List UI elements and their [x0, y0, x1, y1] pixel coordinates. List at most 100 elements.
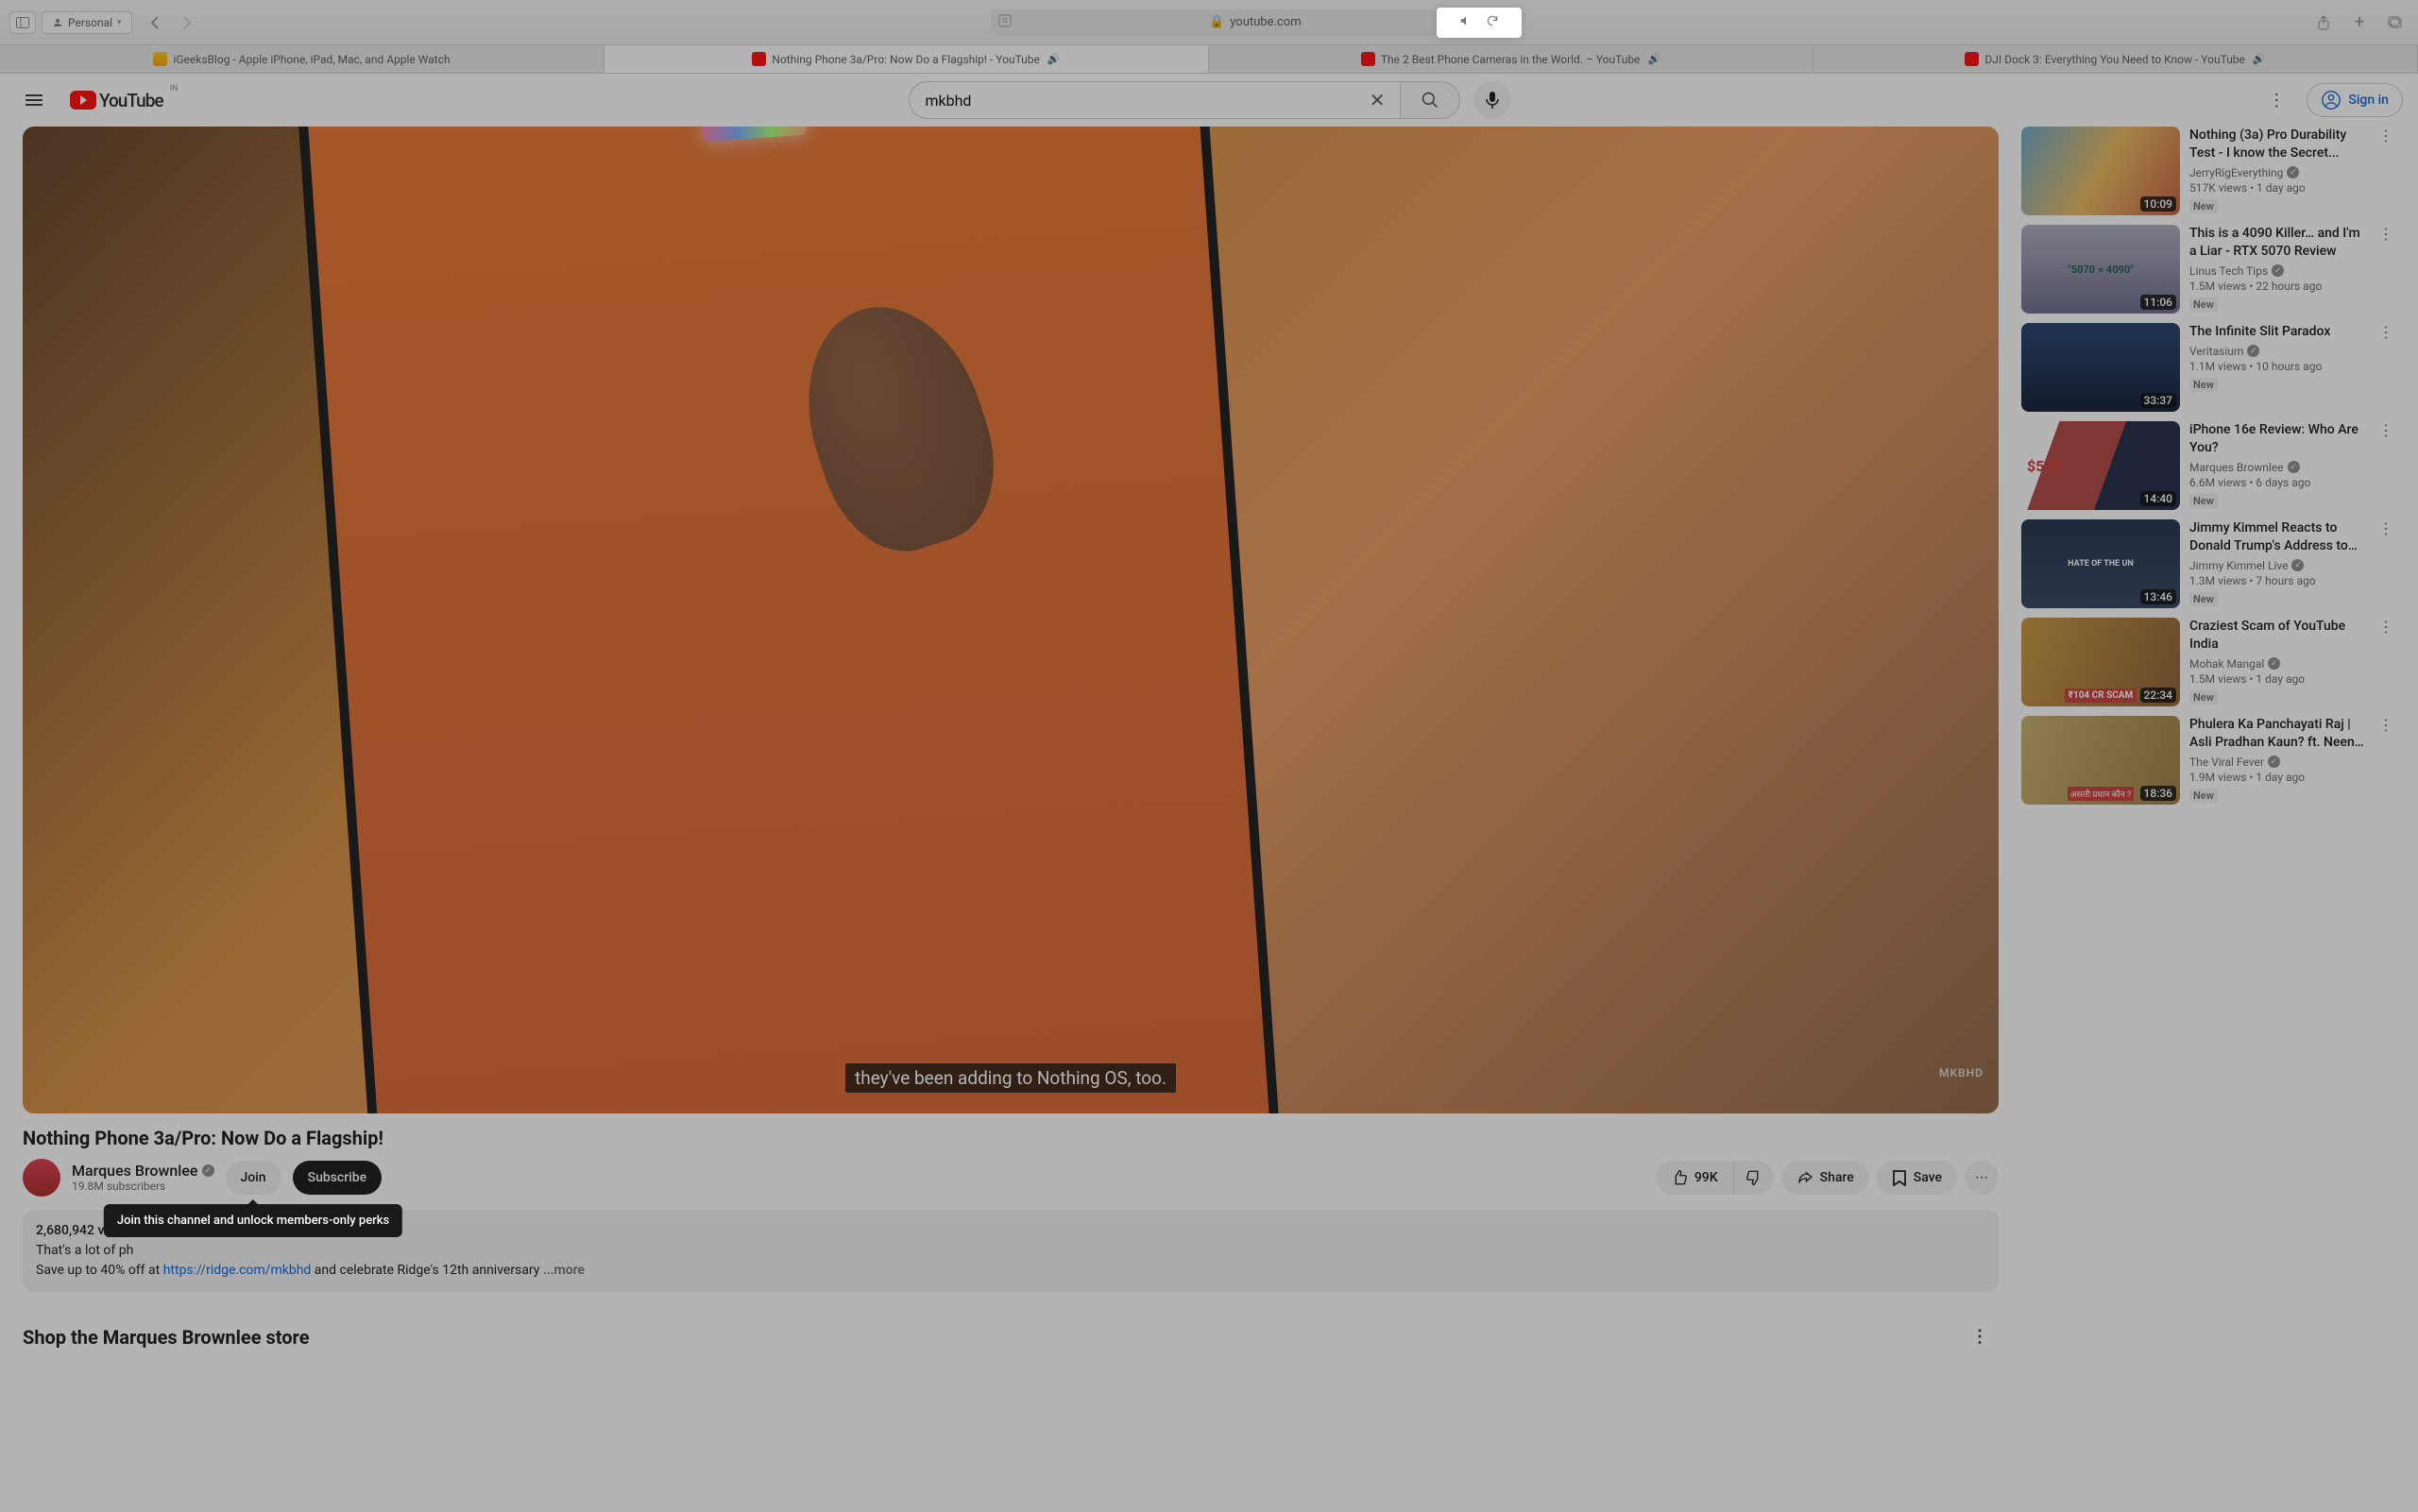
recommendation[interactable]: 10:09 Nothing (3a) Pro Durability Test -…: [2021, 127, 2395, 215]
rec-thumbnail[interactable]: 14:40: [2021, 421, 2180, 510]
rec-thumbnail[interactable]: HATE OF THE UN13:46: [2021, 519, 2180, 608]
rec-title[interactable]: Jimmy Kimmel Reacts to Donald Trump's Ad…: [2189, 519, 2367, 555]
new-badge: New: [2189, 494, 2218, 508]
rec-thumbnail[interactable]: 10:09: [2021, 127, 2180, 215]
mute-icon[interactable]: [1459, 14, 1473, 31]
tab-audio-icon[interactable]: 🔊: [1047, 53, 1061, 65]
rec-menu-button[interactable]: ⋮: [2376, 127, 2395, 215]
rec-channel[interactable]: Marques Brownlee: [2189, 461, 2284, 474]
recommendation[interactable]: "5070 = 4090"11:06 This is a 4090 Killer…: [2021, 225, 2395, 314]
tab-audio-icon[interactable]: 🔊: [1647, 53, 1660, 65]
join-button[interactable]: Join Join this channel and unlock member…: [226, 1161, 281, 1195]
favicon-icon: [752, 52, 766, 66]
safari-toolbar: Personal ▾ 🔒 youtube.com: [0, 0, 2418, 45]
sidebar-toggle[interactable]: [9, 11, 36, 34]
primary-column: ⌂ ▭ they've been adding to Nothing OS, t…: [0, 127, 2021, 1512]
expand-description[interactable]: ...more: [543, 1263, 585, 1278]
rec-title[interactable]: iPhone 16e Review: Who Are You?: [2189, 421, 2367, 457]
rec-thumbnail[interactable]: "5070 = 4090"11:06: [2021, 225, 2180, 314]
new-badge: New: [2189, 789, 2218, 803]
rec-channel[interactable]: Jimmy Kimmel Live: [2189, 559, 2288, 572]
guide-button[interactable]: [15, 81, 53, 119]
browser-tab[interactable]: Nothing Phone 3a/Pro: Now Do a Flagship!…: [604, 45, 1209, 73]
browser-tab[interactable]: DJI Dock 3: Everything You Need to Know …: [1814, 45, 2418, 73]
settings-button[interactable]: ⋮: [2257, 81, 2295, 119]
rec-channel[interactable]: Mohak Mangal: [2189, 657, 2264, 671]
verified-icon: ✓: [2288, 461, 2300, 473]
subscribe-button[interactable]: Subscribe: [293, 1161, 383, 1195]
rec-title[interactable]: This is a 4090 Killer… and I'm a Liar - …: [2189, 225, 2367, 261]
search-button[interactable]: [1400, 81, 1460, 119]
back-button[interactable]: [142, 11, 168, 34]
share-button[interactable]: [2310, 11, 2337, 34]
recommendation[interactable]: 22:34 Craziest Scam of YouTube India Moh…: [2021, 618, 2395, 706]
new-tab-button[interactable]: +: [2346, 11, 2373, 34]
voice-search-button[interactable]: [1473, 81, 1511, 119]
video-player[interactable]: ⌂ ▭ they've been adding to Nothing OS, t…: [23, 127, 1999, 1113]
more-actions-button[interactable]: ⋯: [1965, 1161, 1999, 1195]
recommendation[interactable]: 33:37 The Infinite Slit Paradox Veritasi…: [2021, 323, 2395, 412]
join-label: Join: [241, 1170, 266, 1185]
recommendation[interactable]: HATE OF THE UN13:46 Jimmy Kimmel Reacts …: [2021, 519, 2395, 608]
share-label: Share: [1820, 1170, 1854, 1185]
rec-channel[interactable]: Linus Tech Tips: [2189, 264, 2268, 278]
reload-icon[interactable]: [1486, 14, 1499, 31]
rec-menu-button[interactable]: ⋮: [2376, 618, 2395, 706]
favicon-icon: [1965, 52, 1979, 66]
clear-search-button[interactable]: ✕: [1370, 89, 1386, 111]
search-input[interactable]: [925, 92, 1361, 110]
tab-title: DJI Dock 3: Everything You Need to Know …: [1984, 53, 2245, 66]
address-bar-highlight: [1437, 8, 1522, 38]
rec-menu-button[interactable]: ⋮: [2376, 323, 2395, 412]
yt-logo[interactable]: YouTube IN: [70, 90, 163, 111]
rec-thumbnail[interactable]: 33:37: [2021, 323, 2180, 412]
like-button[interactable]: 99K: [1656, 1161, 1733, 1195]
rec-menu-button[interactable]: ⋮: [2376, 421, 2395, 510]
like-count: 99K: [1694, 1170, 1718, 1185]
tab-audio-icon[interactable]: 🔊: [2253, 53, 2266, 65]
tab-title: The 2 Best Phone Cameras in the World. –…: [1381, 53, 1641, 66]
rec-menu-button[interactable]: ⋮: [2376, 225, 2395, 314]
rec-title[interactable]: Craziest Scam of YouTube India: [2189, 618, 2367, 654]
channel-avatar[interactable]: [23, 1159, 60, 1197]
browser-tab[interactable]: The 2 Best Phone Cameras in the World. –…: [1209, 45, 1814, 73]
verified-icon: ✓: [2268, 657, 2280, 670]
merch-shelf-menu[interactable]: ⋮: [1961, 1318, 1999, 1356]
rec-title[interactable]: Phulera Ka Panchayati Raj | Asli Pradhan…: [2189, 716, 2367, 752]
rec-thumbnail[interactable]: 22:34: [2021, 618, 2180, 706]
promo-prefix: Save up to 40% off at: [36, 1263, 163, 1278]
rec-duration: 13:46: [2140, 589, 2176, 604]
rec-thumbnail[interactable]: असली प्रधान कौन ?18:36: [2021, 716, 2180, 805]
owner-row: Marques Brownlee ✓ 19.8M subscribers Joi…: [23, 1159, 1999, 1197]
tabs-overview-button[interactable]: [2382, 11, 2409, 34]
browser-tab[interactable]: iGeeksBlog - Apple iPhone, iPad, Mac, an…: [0, 45, 604, 73]
reader-icon[interactable]: [998, 14, 1012, 31]
rec-meta: 1.5M views • 22 hours ago: [2189, 280, 2367, 293]
save-button[interactable]: Save: [1877, 1161, 1957, 1195]
video-content: ⌂ ▭: [296, 127, 1292, 1113]
profile-button[interactable]: Personal ▾: [42, 11, 132, 34]
rec-title[interactable]: Nothing (3a) Pro Durability Test - I kno…: [2189, 127, 2367, 162]
promo-link[interactable]: https://ridge.com/mkbhd: [163, 1263, 312, 1278]
yt-masthead: YouTube IN ✕ ⋮ Sign in: [0, 74, 2418, 127]
dislike-button[interactable]: [1733, 1161, 1774, 1195]
rec-title[interactable]: The Infinite Slit Paradox: [2189, 323, 2367, 341]
rec-menu-button[interactable]: ⋮: [2376, 519, 2395, 608]
rec-channel[interactable]: Veritasium: [2189, 345, 2243, 358]
rec-channel[interactable]: The Viral Fever: [2189, 756, 2264, 769]
save-label: Save: [1914, 1170, 1942, 1185]
channel-watermark[interactable]: MKBHD: [1939, 1066, 1984, 1079]
share-button[interactable]: Share: [1781, 1161, 1869, 1195]
rec-channel[interactable]: JerryRigEverything: [2189, 166, 2283, 179]
rec-duration: 11:06: [2140, 295, 2176, 310]
rec-duration: 10:09: [2140, 196, 2176, 212]
signin-button[interactable]: Sign in: [2307, 83, 2403, 117]
address-bar[interactable]: 🔒 youtube.com: [991, 9, 1520, 36]
recommendation[interactable]: 14:40 iPhone 16e Review: Who Are You? Ma…: [2021, 421, 2395, 510]
merch-shelf-title: Shop the Marques Brownlee store: [23, 1326, 310, 1349]
search-box[interactable]: ✕: [909, 81, 1400, 119]
rec-menu-button[interactable]: ⋮: [2376, 716, 2395, 805]
channel-name[interactable]: Marques Brownlee: [72, 1162, 198, 1180]
recommendation[interactable]: असली प्रधान कौन ?18:36 Phulera Ka Pancha…: [2021, 716, 2395, 805]
forward-button[interactable]: [174, 11, 200, 34]
